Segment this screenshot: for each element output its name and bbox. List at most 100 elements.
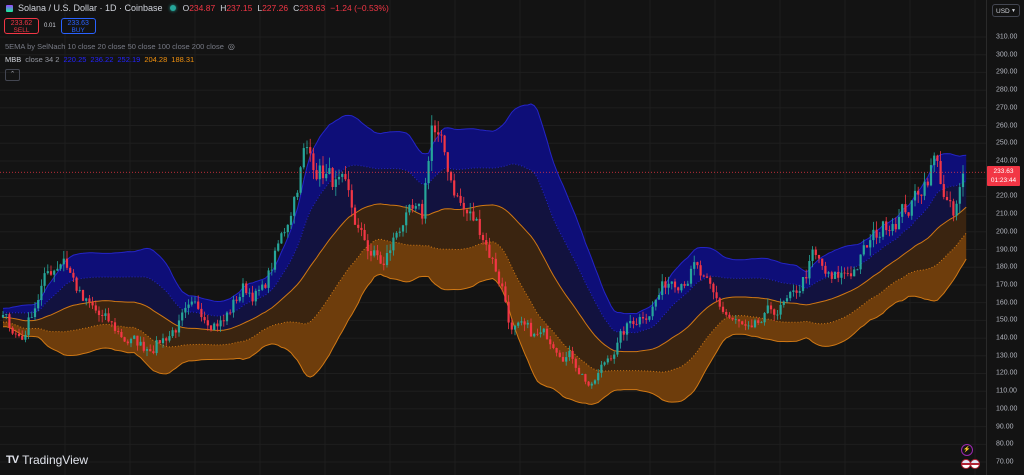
lightning-icon[interactable]: ⚡	[961, 444, 973, 456]
candle-body	[773, 309, 776, 315]
candle-body	[597, 372, 600, 381]
candle-body	[817, 254, 821, 259]
candle-body	[824, 265, 827, 274]
candle-body	[763, 312, 766, 323]
candle-body	[609, 358, 613, 360]
candle-body	[85, 298, 88, 301]
candle-body	[120, 331, 123, 338]
candle-body	[145, 349, 149, 351]
currency-dropdown[interactable]: USD ▼	[992, 4, 1020, 17]
candle-body	[197, 301, 200, 309]
price-axis[interactable]: 310.00 300.00 290.00 280.00 270.00 260.00 250.…	[986, 0, 1024, 475]
candle-body	[376, 250, 379, 256]
candle-body	[785, 298, 789, 302]
candle-body	[49, 271, 53, 275]
candle-body	[712, 283, 715, 293]
candle-body	[424, 183, 427, 219]
candle-body	[280, 233, 283, 244]
candle-body	[264, 284, 267, 288]
candle-body	[245, 283, 248, 294]
ema-indicator-legend[interactable]: 5EMA by SelNach 10 close 20 close 50 clo…	[5, 42, 235, 51]
candle-body	[1, 314, 5, 318]
candle-body	[721, 306, 725, 312]
candle-body	[206, 320, 209, 326]
candle-body	[501, 283, 504, 287]
candle-body	[392, 237, 395, 251]
candle-body	[699, 265, 702, 276]
candle-body	[862, 245, 865, 255]
candle-body	[846, 273, 849, 274]
candle-body	[430, 125, 433, 161]
candle-body	[504, 286, 507, 302]
candle-body	[491, 257, 494, 259]
candle-body	[373, 250, 376, 256]
candle-body	[635, 324, 638, 325]
candle-body	[574, 358, 577, 368]
price-chart[interactable]	[0, 0, 986, 475]
candle-body	[193, 301, 197, 303]
candle-body	[177, 320, 181, 333]
candle-body	[232, 299, 235, 313]
candle-body	[744, 324, 747, 326]
candle-body	[776, 314, 779, 316]
candle-body	[107, 313, 110, 322]
price-tick-label: 310.00	[996, 33, 1018, 41]
candle-body	[849, 273, 853, 277]
candle-body	[305, 147, 309, 149]
hidden-eye-icon[interactable]: ◎	[228, 42, 235, 51]
ema-indicator-label: 5EMA by SelNach 10 close 20 close 50 clo…	[5, 42, 224, 51]
candle-body	[920, 194, 923, 196]
collapse-legend-button[interactable]: ⌃	[5, 69, 20, 81]
candle-body	[446, 152, 449, 172]
candle-body	[747, 325, 750, 327]
price-tick-label: 70.00	[996, 458, 1014, 466]
candle-body	[11, 327, 14, 334]
candle-body	[766, 305, 769, 313]
symbol-title[interactable]: Solana / U.S. Dollar · 1D · Coinbase	[18, 3, 163, 13]
candle-body	[689, 268, 693, 284]
candle-body	[341, 174, 344, 177]
candle-body	[805, 277, 808, 279]
candle-body	[72, 272, 75, 278]
price-tick-label: 90.00	[996, 423, 1014, 431]
candle-body	[478, 218, 481, 235]
buy-button[interactable]: 233.63 BUY	[60, 18, 96, 34]
candle-body	[75, 277, 78, 291]
candle-body	[577, 367, 581, 375]
sell-button[interactable]: 233.62 SELL	[4, 18, 39, 34]
candle-body	[603, 362, 606, 365]
candle-body	[856, 269, 859, 271]
candle-body	[437, 132, 440, 135]
candle-body	[497, 271, 501, 284]
candle-body	[411, 204, 414, 209]
candle-body	[248, 292, 251, 294]
tradingview-logo[interactable]: TV TradingView	[6, 453, 88, 467]
candle-body	[542, 328, 545, 333]
candle-body	[833, 271, 837, 279]
candle-body	[558, 352, 561, 357]
us-flag-icon[interactable]	[970, 459, 980, 469]
candle-body	[526, 322, 529, 325]
candle-body	[536, 333, 539, 335]
candle-body	[702, 275, 705, 277]
candle-body	[581, 374, 584, 375]
price-tick-label: 220.00	[996, 192, 1018, 200]
candle-body	[686, 283, 689, 286]
candle-body	[94, 305, 97, 311]
candle-body	[731, 317, 734, 320]
price-tick-label: 260.00	[996, 122, 1018, 130]
mbb-name: MBB	[5, 55, 22, 64]
mbb-value-lower1: 204.28	[144, 55, 168, 64]
candle-body	[286, 224, 289, 233]
candle-body	[8, 314, 11, 328]
candle-body	[485, 240, 488, 245]
candle-body	[600, 364, 603, 373]
candle-body	[670, 281, 673, 284]
mbb-indicator-legend[interactable]: MBB close 34 2 220.25 236.22 252.19 204.…	[5, 55, 194, 64]
candle-body	[347, 179, 350, 191]
candle-body	[779, 304, 782, 315]
bar-countdown: 01:23:44	[990, 177, 1017, 184]
candle-body	[357, 224, 360, 228]
price-tick-label: 190.00	[996, 246, 1018, 254]
candle-body	[801, 277, 805, 292]
